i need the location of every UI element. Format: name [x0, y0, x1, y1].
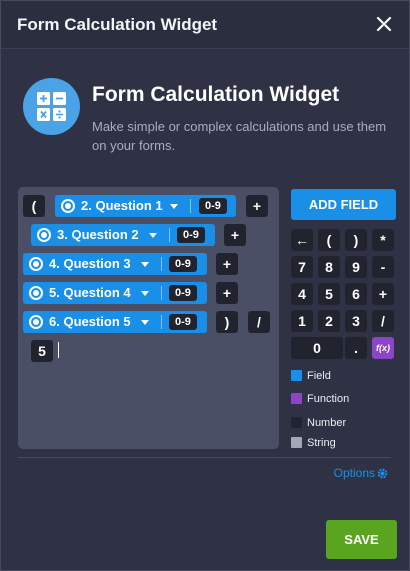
- radio-icon: [37, 228, 51, 242]
- plus-operator-token[interactable]: +: [246, 195, 268, 217]
- key-4[interactable]: 4: [291, 283, 313, 305]
- key-2[interactable]: 2: [318, 310, 340, 332]
- legend-label: String: [307, 437, 336, 449]
- decimal-key[interactable]: .: [345, 337, 367, 359]
- radio-icon: [29, 315, 43, 329]
- field-token-label: 5. Question 4: [49, 285, 131, 300]
- plus-operator-token[interactable]: +: [216, 282, 238, 304]
- field-token-question-1[interactable]: 2. Question 1 0-9: [55, 195, 236, 217]
- close-paren-token[interactable]: ): [216, 311, 238, 333]
- multiply-key[interactable]: *: [372, 229, 394, 251]
- field-token-question-3[interactable]: 4. Question 3 0-9: [23, 253, 207, 275]
- chevron-down-icon: [141, 320, 149, 325]
- divider: [18, 457, 391, 458]
- radio-icon: [29, 286, 43, 300]
- chevron-down-icon: [141, 262, 149, 267]
- save-button[interactable]: SAVE: [326, 520, 397, 559]
- legend-swatch: [291, 370, 302, 381]
- range-badge: 0-9: [177, 227, 205, 243]
- calculation-modal: Form Calculation Widget Form Calculation…: [0, 0, 410, 571]
- field-token-question-4[interactable]: 5. Question 4 0-9: [23, 282, 207, 304]
- add-field-button[interactable]: ADD FIELD: [291, 189, 396, 220]
- chevron-down-icon: [149, 233, 157, 238]
- options-label: Options: [333, 466, 375, 480]
- backspace-key[interactable]: ←: [291, 229, 313, 251]
- legend-label: Number: [307, 417, 347, 429]
- token-separator: [161, 257, 162, 271]
- minus-key[interactable]: -: [372, 256, 394, 278]
- range-badge: 0-9: [169, 314, 197, 330]
- key-6[interactable]: 6: [345, 283, 367, 305]
- key-7[interactable]: 7: [291, 256, 313, 278]
- chevron-down-icon: [170, 204, 178, 209]
- range-badge: 0-9: [199, 198, 227, 214]
- field-token-question-2[interactable]: 3. Question 2 0-9: [31, 224, 215, 246]
- chevron-down-icon: [141, 291, 149, 296]
- widget-title: Form Calculation Widget: [92, 83, 340, 106]
- divide-operator-token[interactable]: /: [248, 311, 270, 333]
- plus-operator-token[interactable]: +: [216, 253, 238, 275]
- key-5[interactable]: 5: [318, 283, 340, 305]
- key-0[interactable]: 0: [291, 337, 343, 359]
- field-token-question-5[interactable]: 6. Question 5 0-9: [23, 311, 207, 333]
- radio-icon: [61, 199, 75, 213]
- divide-key[interactable]: /: [372, 310, 394, 332]
- options-link[interactable]: Options: [334, 466, 388, 480]
- modal-header: Form Calculation Widget: [1, 1, 409, 49]
- key-1[interactable]: 1: [291, 310, 313, 332]
- key-3[interactable]: 3: [345, 310, 367, 332]
- legend-label: Field: [307, 370, 331, 382]
- token-separator: [161, 286, 162, 300]
- legend-swatch: [291, 437, 302, 448]
- plus-operator-token[interactable]: +: [224, 224, 246, 246]
- legend-label: Function: [307, 393, 350, 405]
- open-paren-token[interactable]: (: [23, 195, 45, 217]
- key-8[interactable]: 8: [318, 256, 340, 278]
- number-token[interactable]: 5: [31, 340, 53, 362]
- calculator-icon: [23, 78, 80, 135]
- field-token-label: 2. Question 1: [81, 198, 163, 213]
- text-cursor: [58, 342, 59, 358]
- close-paren-key[interactable]: ): [345, 229, 367, 251]
- field-token-label: 4. Question 3: [49, 256, 131, 271]
- token-separator: [161, 315, 162, 329]
- widget-description: Make simple or complex calculations and …: [92, 119, 387, 153]
- range-badge: 0-9: [169, 256, 197, 272]
- function-key[interactable]: f(x): [372, 337, 394, 359]
- close-icon: [376, 16, 392, 32]
- legend-swatch: [291, 393, 302, 404]
- plus-key[interactable]: +: [372, 283, 394, 305]
- token-separator: [169, 228, 170, 242]
- field-token-label: 3. Question 2: [57, 227, 139, 242]
- radio-icon: [29, 257, 43, 271]
- close-button[interactable]: [373, 13, 395, 35]
- gear-icon: [377, 468, 388, 479]
- token-separator: [190, 199, 191, 213]
- legend-swatch: [291, 417, 302, 428]
- range-badge: 0-9: [169, 285, 197, 301]
- field-token-label: 6. Question 5: [49, 314, 131, 329]
- modal-title: Form Calculation Widget: [17, 15, 218, 34]
- key-9[interactable]: 9: [345, 256, 367, 278]
- open-paren-key[interactable]: (: [318, 229, 340, 251]
